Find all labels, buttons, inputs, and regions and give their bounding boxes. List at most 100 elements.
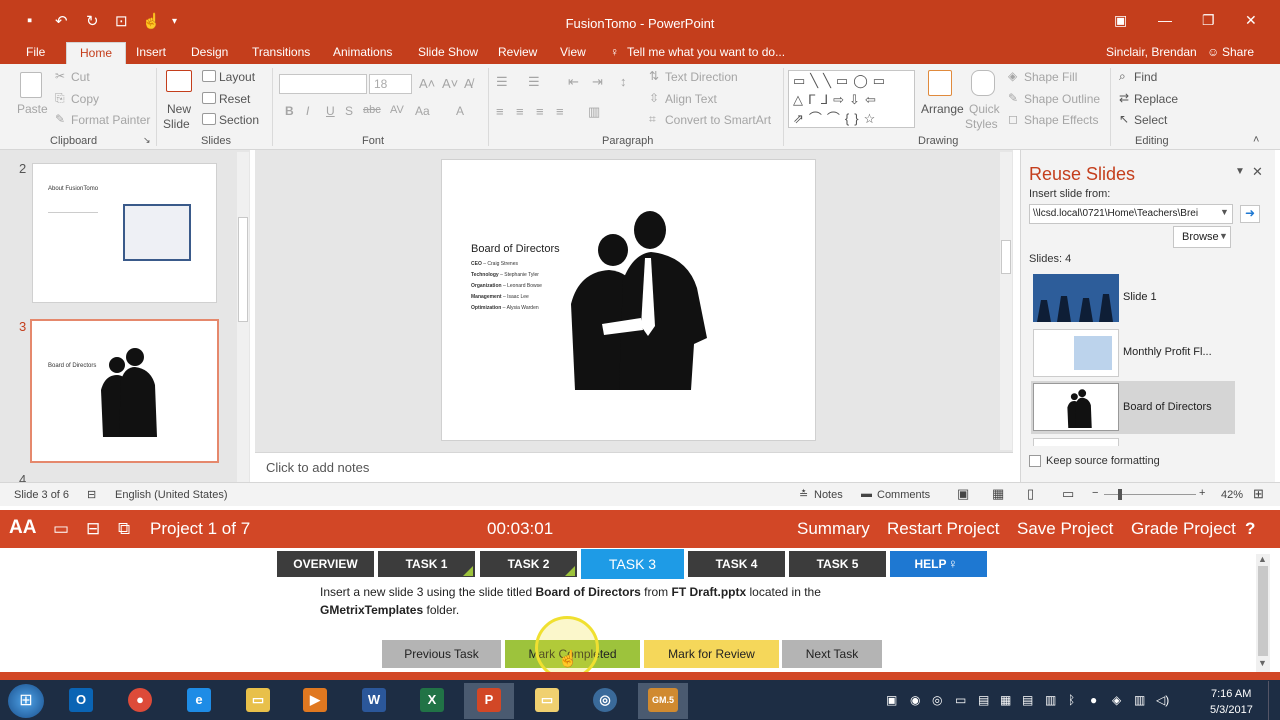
tray-app-icon[interactable]: ▤ <box>978 693 989 707</box>
italic-icon[interactable]: I <box>306 104 309 118</box>
bold-icon[interactable]: B <box>285 104 294 118</box>
tab-task-4[interactable]: TASK 4 <box>688 551 785 577</box>
new-slide-icon[interactable] <box>166 70 192 92</box>
scroll-down-icon[interactable]: ▼ <box>1258 658 1267 668</box>
editor-scrollbar[interactable] <box>1000 152 1012 450</box>
slideshow-view-icon[interactable]: ▭ <box>1062 486 1074 502</box>
clock-time[interactable]: 7:16 AM <box>1211 688 1251 700</box>
minimize-icon[interactable]: — <box>1158 12 1172 28</box>
help-icon[interactable]: ? <box>1245 519 1255 539</box>
slide-thumbnail-3[interactable]: Board of Directors <box>30 319 219 463</box>
reuse-slide-label[interactable]: Monthly Profit Fl... <box>1123 346 1212 358</box>
text-direction-button[interactable]: Text Direction <box>665 70 738 84</box>
font-color-icon[interactable]: A <box>456 104 464 118</box>
tab-insert[interactable]: Insert <box>136 45 166 59</box>
tell-me-box[interactable]: Tell me what you want to do... <box>627 45 785 59</box>
tab-animations[interactable]: Animations <box>333 45 392 59</box>
tray-app-icon[interactable]: ▤ <box>1022 693 1033 707</box>
cut-button[interactable]: Cut <box>71 70 90 84</box>
shape-effects-button[interactable]: Shape Effects <box>1024 113 1099 127</box>
increase-indent-icon[interactable]: ⇥ <box>592 74 603 90</box>
zoom-level[interactable]: 42% <box>1221 489 1243 501</box>
reuse-thumb-3[interactable] <box>1033 383 1119 431</box>
share-button[interactable]: Share <box>1222 45 1254 59</box>
shapes-gallery[interactable]: ▭╲╲▭◯▭ △ᒥᒧ⇨⇩⇦ ⇗⌒⌒{}☆ <box>788 70 915 128</box>
line-spacing-icon[interactable]: ↕ <box>620 74 627 89</box>
restore-icon[interactable]: ❐ <box>1202 12 1215 29</box>
tray-app-icon[interactable]: ▭ <box>955 693 966 707</box>
taskbar-outlook[interactable]: O <box>56 683 106 719</box>
section-button[interactable]: Section <box>219 113 259 127</box>
format-painter-button[interactable]: Format Painter <box>71 113 150 127</box>
find-button[interactable]: Find <box>1134 70 1157 84</box>
select-button[interactable]: Select <box>1134 113 1167 127</box>
tray-app-icon[interactable]: ◉ <box>910 693 920 707</box>
quick-styles-icon[interactable] <box>971 70 995 96</box>
reuse-thumb-2[interactable] <box>1033 329 1119 377</box>
windows-icon[interactable]: ⧉ <box>118 519 130 539</box>
change-case-icon[interactable]: Aa <box>415 104 430 118</box>
tab-overview[interactable]: OVERVIEW <box>277 551 374 577</box>
reuse-thumb-1[interactable] <box>1033 274 1119 322</box>
tab-help[interactable]: HELP <box>890 551 987 577</box>
insert-from-path-input[interactable]: \\lcsd.local\0721\Home\Teachers\Brei <box>1029 204 1233 224</box>
paste-icon[interactable] <box>20 72 42 98</box>
pane-options-icon[interactable]: ▼ <box>1235 166 1245 177</box>
path-dropdown-icon[interactable]: ▼ <box>1220 207 1229 217</box>
clear-formatting-icon[interactable]: A̸ <box>464 76 473 91</box>
ribbon-display-icon[interactable]: ▣ <box>1114 12 1127 29</box>
align-right-icon[interactable]: ≡ <box>536 104 544 119</box>
reuse-slide-label[interactable]: Board of Directors <box>1123 401 1212 413</box>
clock-date[interactable]: 5/3/2017 <box>1210 704 1253 716</box>
tray-outlook-icon[interactable]: ▣ <box>886 693 897 707</box>
justify-icon[interactable]: ≡ <box>556 104 564 119</box>
reuse-slide-label[interactable]: Slide 1 <box>1123 291 1157 303</box>
new-slide-button[interactable]: New <box>167 102 191 116</box>
browse-dropdown-icon[interactable]: ▼ <box>1219 231 1228 241</box>
reading-view-icon[interactable]: ▯ <box>1027 486 1034 502</box>
numbering-icon[interactable]: ☰ <box>528 74 540 90</box>
paste-button[interactable]: Paste <box>17 102 48 116</box>
shadow-icon[interactable]: S <box>345 104 353 118</box>
reset-button[interactable]: Reset <box>219 92 250 106</box>
shape-fill-button[interactable]: Shape Fill <box>1024 70 1077 84</box>
tab-view[interactable]: View <box>560 45 586 59</box>
slide-canvas[interactable]: Board of Directors CEO – Craig Strenes T… <box>441 159 816 441</box>
comments-toggle[interactable]: Comments <box>877 489 930 501</box>
taskbar-explorer[interactable]: ▭ <box>233 683 283 719</box>
save-project-button[interactable]: Save Project <box>1017 519 1113 539</box>
close-pane-icon[interactable]: ✕ <box>1252 164 1263 180</box>
language-status[interactable]: English (United States) <box>115 489 228 501</box>
grow-font-icon[interactable]: A˄ <box>419 76 435 91</box>
task-scrollbar[interactable]: ▲ ▼ <box>1256 554 1270 672</box>
notes-placeholder[interactable]: Click to add notes <box>266 460 369 475</box>
slide-title[interactable]: Board of Directors <box>471 243 560 255</box>
go-arrow-icon[interactable]: ➜ <box>1240 205 1260 223</box>
taskbar-word[interactable]: W <box>349 683 399 719</box>
taskbar-folder[interactable]: ▭ <box>522 683 572 719</box>
download-icon[interactable]: ⊟ <box>86 519 100 539</box>
comment-icon[interactable]: ▭ <box>53 519 69 539</box>
tab-review[interactable]: Review <box>498 45 537 59</box>
close-icon[interactable]: ✕ <box>1245 12 1257 29</box>
show-desktop-button[interactable] <box>1268 681 1280 720</box>
copy-button[interactable]: Copy <box>71 92 99 106</box>
start-button[interactable]: ⊞ <box>8 684 44 718</box>
tab-task-2[interactable]: TASK 2 <box>480 551 577 577</box>
notes-pane[interactable]: Click to add notes <box>255 452 1013 482</box>
quick-styles-button[interactable]: Quick <box>969 102 1000 116</box>
fit-to-window-icon[interactable]: ⊞ <box>1253 486 1264 502</box>
layout-button[interactable]: Layout <box>219 70 255 84</box>
scroll-thumb[interactable] <box>238 217 248 322</box>
notes-toggle[interactable]: Notes <box>814 489 843 501</box>
decrease-indent-icon[interactable]: ⇤ <box>568 74 579 90</box>
tab-task-3[interactable]: TASK 3 <box>581 549 684 579</box>
tab-file[interactable]: File <box>26 45 45 59</box>
volume-icon[interactable]: ◁) <box>1156 693 1169 707</box>
arrange-icon[interactable] <box>928 70 952 96</box>
tab-task-1[interactable]: TASK 1 <box>378 551 475 577</box>
align-left-icon[interactable]: ≡ <box>496 104 504 119</box>
tray-record-icon[interactable]: ◎ <box>932 693 942 707</box>
summary-button[interactable]: Summary <box>797 519 870 539</box>
slide-thumbnail-2[interactable]: About FusionTomo <box>32 163 217 303</box>
